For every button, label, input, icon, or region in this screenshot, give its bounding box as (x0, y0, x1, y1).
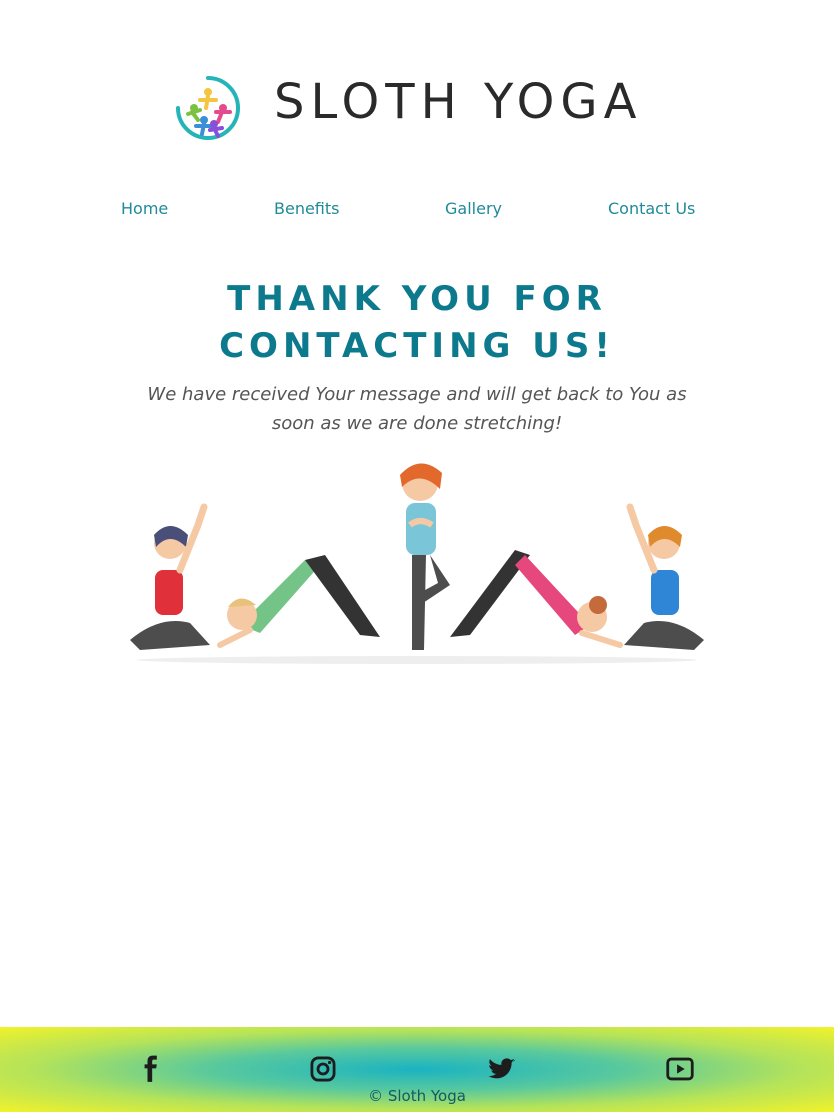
yoga-figure-green (217, 555, 380, 648)
nav-link-home[interactable]: Home (121, 198, 168, 220)
main-nav: Home Benefits Gallery Contact Us (0, 198, 834, 222)
site-header: SLOTH YOGA (0, 60, 834, 155)
logo-icon[interactable] (168, 68, 248, 148)
site-title[interactable]: SLOTH YOGA (274, 74, 642, 130)
site-footer: © Sloth Yoga (0, 1027, 834, 1112)
youtube-icon[interactable] (666, 1055, 694, 1083)
yoga-illustration (130, 463, 704, 664)
yoga-figure-center (400, 463, 450, 650)
copyright-text: © Sloth Yoga (368, 1087, 466, 1105)
nav-link-benefits[interactable]: Benefits (274, 198, 340, 220)
facebook-icon[interactable] (137, 1055, 165, 1083)
yoga-figure-left (130, 503, 210, 650)
twitter-icon[interactable] (488, 1055, 516, 1083)
page-title: THANK YOU FOR CONTACTING US! (0, 276, 834, 370)
nav-link-contact[interactable]: Contact Us (608, 198, 695, 220)
page-title-line1: THANK YOU FOR (227, 279, 607, 319)
nav-link-gallery[interactable]: Gallery (445, 198, 502, 220)
yoga-figure-right (624, 503, 704, 650)
confirmation-message: We have received Your message and will g… (147, 384, 687, 434)
yoga-figure-pink (450, 550, 623, 648)
page-title-line2: CONTACTING US! (219, 326, 615, 366)
instagram-icon[interactable] (309, 1055, 337, 1083)
